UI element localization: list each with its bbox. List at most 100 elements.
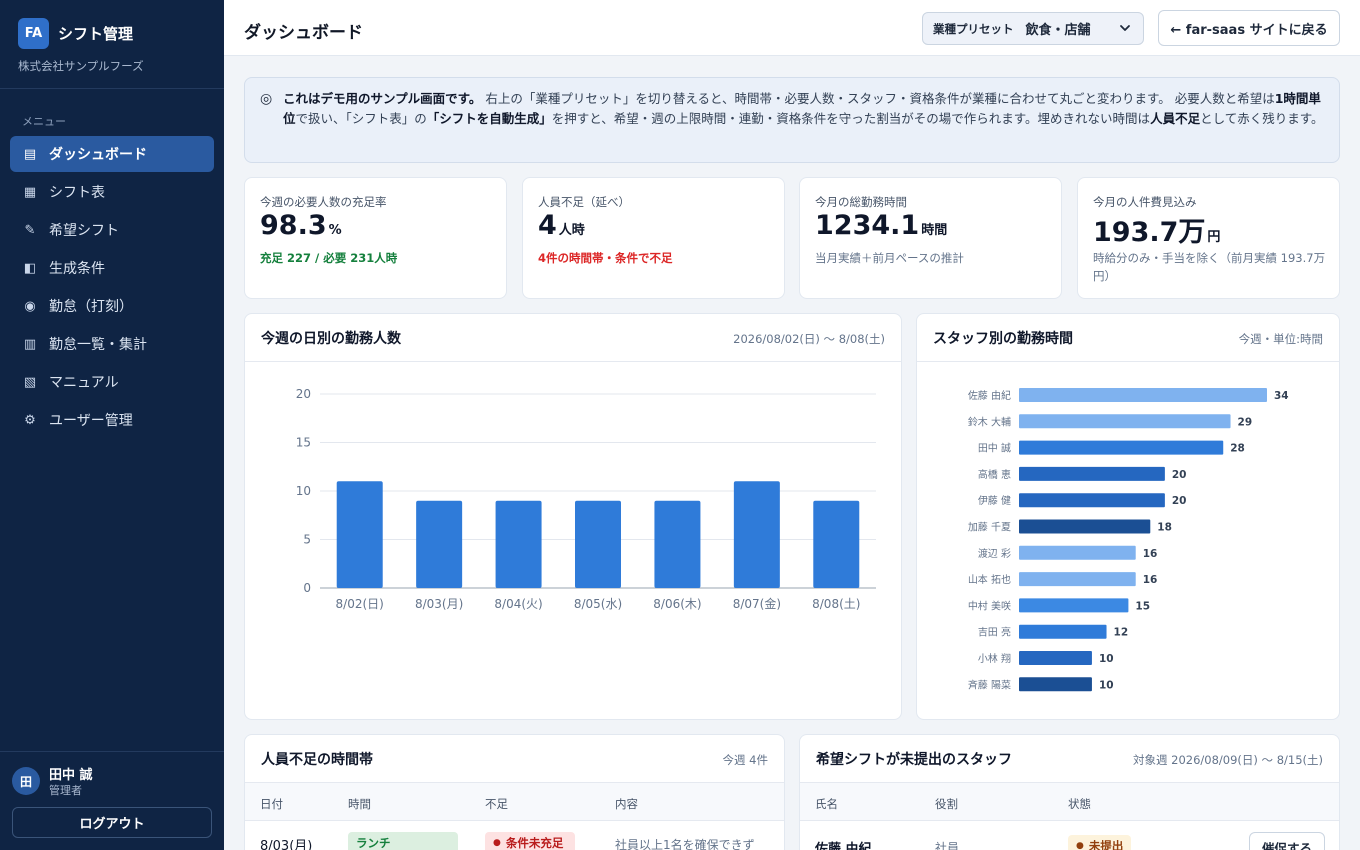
- column-header: 氏名: [815, 797, 838, 811]
- status-badge: ● 未提出: [1068, 835, 1132, 850]
- value-label: 10: [1099, 653, 1114, 665]
- table-header: [245, 783, 784, 821]
- staff-label: 渡辺 彩: [978, 547, 1011, 560]
- book-icon: ▧: [23, 374, 37, 390]
- bar-8/07(金): [733, 481, 780, 588]
- company-name: 株式会社サンプルフーズ: [18, 59, 144, 73]
- staff-label: 佐藤 由紀: [968, 389, 1011, 402]
- kpi-label: 人員不足（延べ）: [538, 195, 630, 209]
- bar-吉田 亮: [1019, 624, 1107, 639]
- kpi-value: 193.7万円: [1093, 210, 1220, 249]
- sidebar-item-users[interactable]: ⚙ ユーザー管理: [10, 402, 214, 438]
- column-header: 状態: [1068, 797, 1091, 811]
- half-square-icon: ◧: [23, 260, 37, 276]
- chevron-down-icon: [1120, 25, 1130, 31]
- panel-date-range: 2026/08/02(日) 〜 8/08(土): [733, 332, 885, 346]
- panel-target-week: 対象週 2026/08/09(日) 〜 8/15(土): [1132, 753, 1323, 767]
- dashboard-icon: ▤: [23, 146, 37, 162]
- kpi-sub: 充足 227 / 必要 231人時: [260, 251, 398, 265]
- brand-title: シフト管理: [58, 25, 134, 43]
- x-tick-label: 8/03(月): [415, 597, 463, 611]
- value-label: 16: [1143, 574, 1158, 586]
- kpi-unit: 円: [1207, 230, 1221, 245]
- notice-bold: これはデモ用のサンプル画面です。: [283, 91, 482, 106]
- bar-高橋 恵: [1019, 466, 1165, 481]
- value-label: 28: [1230, 443, 1245, 455]
- status-label: 条件未充足: [505, 836, 564, 850]
- value-label: 12: [1114, 627, 1129, 639]
- bar-伊藤 健: [1019, 493, 1165, 508]
- top-header: ダッシュボード 業種プリセット 飲食・店舗 ← far-saas サイトに戻る: [224, 0, 1360, 56]
- sidebar-item-attendance-list[interactable]: ▥ 勤怠一覧・集計: [10, 326, 214, 362]
- sidebar-item-requests[interactable]: ✎ 希望シフト: [10, 212, 214, 248]
- demo-notice: ◎ これはデモ用のサンプル画面です。 右上の「業種プリセット」を切り替えると、時…: [244, 77, 1340, 163]
- x-tick-label: 8/08(土): [812, 597, 860, 611]
- table-icon: ▥: [23, 336, 37, 352]
- kpi-card-shortage: 人員不足（延べ） 4 人時 4件の時間帯・条件で不足: [522, 177, 785, 299]
- bar-山本 拓也: [1019, 572, 1136, 587]
- brand[interactable]: FA シフト管理: [18, 18, 133, 49]
- staff-label: 高橋 恵: [978, 468, 1011, 481]
- notice-text: これはデモ用のサンプル画面です。 右上の「業種プリセット」を切り替えると、時間帯…: [283, 89, 1329, 129]
- x-tick-label: 8/02(日): [336, 597, 384, 611]
- staff-label: 鈴木 大輔: [968, 415, 1011, 428]
- gear-icon: ⚙: [24, 412, 36, 428]
- kpi-sub: 当月実績＋前月ペースの推計: [815, 251, 964, 265]
- panel-count: 今週 4件: [722, 753, 768, 767]
- preset-label: 業種プリセット: [933, 21, 1014, 36]
- y-tick-label: 15: [296, 436, 311, 450]
- sidebar-item-dashboard[interactable]: ▤ ダッシュボード: [10, 136, 214, 172]
- dot-icon: ●: [493, 838, 501, 848]
- notice-span: で扱い、「シフト表」の: [295, 111, 427, 126]
- cell-detail: 社員以上1名を確保できず: [615, 838, 755, 850]
- status-label: 未提出: [1088, 839, 1124, 850]
- staff-label: 中村 美咲: [968, 599, 1011, 612]
- bar-斉藤 陽菜: [1019, 677, 1092, 692]
- notice-span: 右上の「業種プリセット」を切り替えると、時間帯・必要人数・スタッフ・資格条件が業…: [481, 91, 1275, 106]
- remind-button[interactable]: 催促する: [1249, 832, 1325, 850]
- sidebar-item-label: ダッシュボード: [49, 147, 147, 163]
- cell-name: 佐藤 由紀: [815, 842, 872, 850]
- value-label: 10: [1099, 679, 1114, 691]
- user-name: 田中 誠: [49, 768, 93, 783]
- panel-title: 希望シフトが未提出のスタッフ: [816, 752, 1012, 768]
- kpi-value: 98.3%: [260, 210, 342, 241]
- staff-label: 斉藤 陽菜: [968, 678, 1011, 691]
- panel-unit: 今週・単位:時間: [1238, 332, 1323, 346]
- staff-hours-bar-chart: 佐藤 由紀 34 鈴木 大輔 29 田中 誠 28 高橋 恵 20 伊藤 健 20 加藤 千夏 18 渡…: [968, 388, 1289, 692]
- grid-icon: ▦: [23, 184, 37, 200]
- notice-span: として赤く残ります。: [1200, 111, 1324, 126]
- back-to-site-button[interactable]: ← far-saas サイトに戻る: [1158, 10, 1340, 46]
- sidebar: FA シフト管理 株式会社サンプルフーズ メニュー ▤ ダッシュボード ▦ シフ…: [0, 0, 224, 850]
- clock-dot-icon: ◉: [24, 298, 36, 314]
- bar-8/08(土): [813, 500, 860, 588]
- value-label: 20: [1172, 495, 1187, 507]
- sidebar-item-attendance[interactable]: ◉ 勤怠（打刻）: [10, 288, 214, 324]
- kpi-number: 98.3: [260, 210, 327, 241]
- sidebar-item-shift-table[interactable]: ▦ シフト表: [10, 174, 214, 210]
- y-tick-label: 10: [296, 484, 311, 498]
- bar-鈴木 大輔: [1019, 414, 1231, 429]
- sidebar-item-label: 希望シフト: [49, 223, 119, 239]
- preset-value: 飲食・店舗: [1025, 23, 1091, 38]
- sidebar-item-label: マニュアル: [49, 375, 119, 391]
- bar-8/02(日): [336, 481, 383, 588]
- divider: [0, 88, 224, 89]
- kpi-sub: 4件の時間帯・条件で不足: [538, 251, 673, 265]
- sidebar-item-conditions[interactable]: ◧ 生成条件: [10, 250, 214, 286]
- column-header: 時間: [348, 797, 371, 811]
- industry-preset-select[interactable]: 業種プリセット 飲食・店舗: [922, 12, 1144, 45]
- column-header: 日付: [260, 797, 283, 811]
- staff-label: 山本 拓也: [968, 573, 1011, 586]
- value-label: 34: [1274, 390, 1289, 402]
- kpi-sub: 時給分のみ・手当を除く（前月実績 193.7万円）: [1093, 251, 1326, 283]
- sidebar-item-manual[interactable]: ▧ マニュアル: [10, 364, 214, 400]
- kpi-unit: %: [328, 223, 342, 238]
- cell-role: 社員: [935, 841, 960, 850]
- bar-田中 誠: [1019, 440, 1224, 455]
- logout-button[interactable]: ログアウト: [12, 807, 212, 838]
- daily-bar-chart: 0 5 10 15 20 8/02(日) 8/03(月) 8/04(火) 8/05(水) 8/06…: [296, 387, 876, 611]
- staff-label: 加藤 千夏: [968, 522, 1011, 534]
- column-header: 内容: [615, 797, 638, 811]
- value-label: 18: [1157, 522, 1172, 534]
